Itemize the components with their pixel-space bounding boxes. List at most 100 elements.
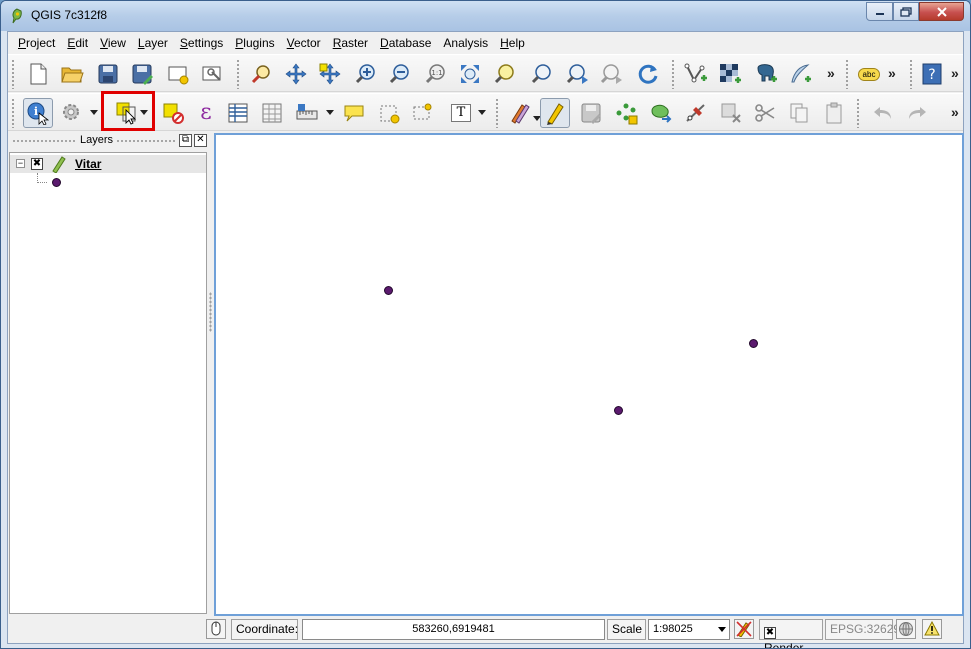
- messages-button[interactable]: [922, 619, 942, 639]
- zoom-out-button[interactable]: [385, 59, 415, 89]
- add-postgis-layer-button[interactable]: [751, 59, 781, 89]
- composer-manager-button[interactable]: [197, 59, 227, 89]
- zoom-to-layer-button[interactable]: [527, 59, 557, 89]
- toolbar-handle[interactable]: [909, 59, 913, 89]
- paste-features-button[interactable]: [819, 98, 849, 128]
- chevron-down-icon[interactable]: [718, 627, 726, 632]
- zoom-full-button[interactable]: [455, 59, 485, 89]
- identify-features-button[interactable]: i: [23, 98, 53, 128]
- current-edits-button[interactable]: [505, 98, 535, 128]
- crs-projection-button[interactable]: [896, 619, 916, 639]
- chevron-down-icon[interactable]: [478, 110, 486, 115]
- coordinate-field[interactable]: 583260,6919481: [302, 619, 605, 640]
- menu-layer[interactable]: Layer: [132, 32, 174, 54]
- save-project-button[interactable]: [93, 59, 123, 89]
- undo-button[interactable]: [868, 98, 898, 128]
- map-tips-button[interactable]: [339, 98, 369, 128]
- new-print-composer-button[interactable]: [163, 59, 193, 89]
- deselect-features-button[interactable]: [158, 98, 188, 128]
- field-calculator-button[interactable]: [257, 98, 287, 128]
- toggle-extents-button[interactable]: [206, 619, 226, 639]
- toolbar-overflow-icon[interactable]: »: [951, 104, 959, 120]
- collapse-toggle[interactable]: −: [16, 159, 25, 168]
- add-vector-layer-button[interactable]: [681, 59, 711, 89]
- toolbar-handle[interactable]: [11, 98, 15, 128]
- cut-features-button[interactable]: [750, 98, 780, 128]
- toggle-editing-button[interactable]: [540, 98, 570, 128]
- menu-help[interactable]: Help: [494, 32, 531, 54]
- redo-button[interactable]: [902, 98, 932, 128]
- close-window-button[interactable]: [919, 2, 964, 21]
- maximize-button[interactable]: [893, 2, 919, 21]
- panel-splitter[interactable]: [209, 292, 212, 332]
- toolbar-handle[interactable]: [671, 59, 675, 89]
- menu-project[interactable]: Project: [12, 32, 61, 54]
- new-project-button[interactable]: [23, 59, 53, 89]
- toolbar-handle[interactable]: [845, 59, 849, 89]
- new-shapefile-layer-button[interactable]: [785, 59, 815, 89]
- save-project-as-button[interactable]: [127, 59, 157, 89]
- toolbar-handle[interactable]: [236, 59, 240, 89]
- new-bookmark-button[interactable]: [375, 98, 405, 128]
- toolbar-handle[interactable]: [495, 98, 499, 128]
- stop-rendering-button[interactable]: [734, 619, 754, 639]
- crs-status-button[interactable]: EPSG:32629: [825, 619, 900, 640]
- measure-line-button[interactable]: [292, 98, 322, 128]
- layer-name[interactable]: Vitar: [75, 157, 101, 171]
- minimize-button[interactable]: [866, 2, 893, 21]
- map-point-feature[interactable]: [384, 286, 393, 295]
- select-by-expression-button[interactable]: ε: [191, 98, 221, 128]
- delete-selected-button[interactable]: [716, 98, 746, 128]
- toolbar-overflow-icon[interactable]: »: [951, 65, 959, 81]
- map-point-feature[interactable]: [614, 406, 623, 415]
- add-raster-layer-button[interactable]: [715, 59, 745, 89]
- chevron-down-icon[interactable]: [90, 110, 98, 115]
- open-attribute-table-button[interactable]: [223, 98, 253, 128]
- zoom-in-button[interactable]: [351, 59, 381, 89]
- menu-settings[interactable]: Settings: [174, 32, 229, 54]
- menu-edit[interactable]: Edit: [61, 32, 94, 54]
- map-canvas[interactable]: [214, 133, 964, 616]
- open-project-button[interactable]: [57, 59, 87, 89]
- menu-database[interactable]: Database: [374, 32, 437, 54]
- menu-raster[interactable]: Raster: [327, 32, 374, 54]
- pan-to-selection-button[interactable]: [281, 59, 311, 89]
- toolbar-handle[interactable]: [856, 98, 860, 128]
- node-tool-button[interactable]: [681, 98, 711, 128]
- layers-panel-title-bar[interactable]: Layers ⧉ ✕: [8, 132, 208, 150]
- scale-combobox[interactable]: 1:98025: [648, 619, 730, 640]
- title-bar[interactable]: QGIS 7c312f8: [1, 1, 970, 31]
- add-point-feature-button[interactable]: [611, 98, 641, 128]
- close-panel-button[interactable]: ✕: [194, 134, 207, 147]
- layer-row[interactable]: − ✖ Vitar: [10, 155, 206, 173]
- menu-view[interactable]: View: [94, 32, 132, 54]
- refresh-button[interactable]: [633, 59, 663, 89]
- toolbar-overflow-icon[interactable]: »: [827, 65, 835, 81]
- float-panel-button[interactable]: ⧉: [179, 134, 192, 147]
- pan-map-to-selection-button[interactable]: [315, 59, 345, 89]
- toolbar-overflow-icon[interactable]: »: [888, 65, 896, 81]
- zoom-to-selection-button[interactable]: [490, 59, 520, 89]
- help-contents-button[interactable]: ?: [917, 59, 947, 89]
- render-checkbox[interactable]: ✖: [764, 627, 776, 639]
- show-bookmarks-button[interactable]: [408, 98, 438, 128]
- menu-analysis[interactable]: Analysis: [437, 32, 494, 54]
- zoom-next-button[interactable]: [597, 59, 627, 89]
- render-toggle[interactable]: ✖ Render: [759, 619, 823, 648]
- toolbar-handle[interactable]: [11, 59, 15, 89]
- copy-features-button[interactable]: [784, 98, 814, 128]
- layer-tree[interactable]: − ✖ Vitar: [9, 152, 207, 614]
- menu-vector[interactable]: Vector: [281, 32, 327, 54]
- map-point-feature[interactable]: [749, 339, 758, 348]
- label-tool-button[interactable]: abc: [853, 59, 885, 89]
- save-layer-edits-button[interactable]: [576, 98, 606, 128]
- run-feature-action-button[interactable]: [57, 98, 87, 128]
- chevron-down-icon[interactable]: [326, 110, 334, 115]
- layer-visibility-checkbox[interactable]: ✖: [31, 158, 43, 170]
- zoom-actual-size-button[interactable]: 1:1: [421, 59, 451, 89]
- text-annotation-button[interactable]: T: [446, 98, 476, 128]
- zoom-last-button[interactable]: [563, 59, 593, 89]
- move-feature-button[interactable]: [646, 98, 676, 128]
- menu-plugins[interactable]: Plugins: [229, 32, 280, 54]
- pan-map-button[interactable]: [247, 59, 277, 89]
